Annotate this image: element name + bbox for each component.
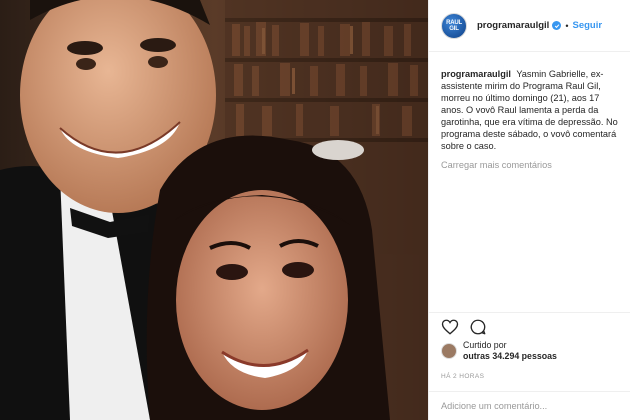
- comment-input[interactable]: [441, 401, 618, 411]
- post-caption: programaraulgil Yasmin Gabrielle, ex-ass…: [441, 68, 618, 152]
- add-comment-bar: [429, 391, 630, 420]
- header-username[interactable]: programaraulgil: [477, 20, 549, 31]
- caption-text: Yasmin Gabrielle, ex-assistente mirim do…: [441, 69, 618, 151]
- photo-image: [0, 0, 428, 420]
- heart-icon[interactable]: [441, 318, 459, 336]
- follow-button[interactable]: Seguir: [572, 20, 602, 31]
- liked-by-line: Curtido por: [463, 340, 507, 350]
- caption-username[interactable]: programaraulgil: [441, 69, 511, 79]
- post-header: RAUL GIL programaraulgil • Seguir: [429, 0, 630, 52]
- post-side-panel: RAUL GIL programaraulgil • Seguir progra…: [428, 0, 630, 420]
- post-photo[interactable]: [0, 0, 428, 420]
- comment-bubble-icon[interactable]: [469, 318, 487, 336]
- post-actions-bar: [429, 312, 630, 340]
- liker-avatar[interactable]: [441, 343, 457, 359]
- verified-badge-icon: [552, 21, 562, 30]
- likes-summary: Curtido por outras 34.294 pessoas: [441, 340, 557, 362]
- profile-avatar[interactable]: RAUL GIL: [441, 12, 467, 39]
- post-timestamp: HÁ 2 HORAS: [441, 373, 485, 380]
- load-more-comments-link[interactable]: Carregar mais comentários: [441, 160, 618, 170]
- avatar-logo-text: RAUL GIL: [446, 19, 462, 32]
- likes-count-link[interactable]: outras 34.294 pessoas: [463, 351, 557, 361]
- comments-section: programaraulgil Yasmin Gabrielle, ex-ass…: [429, 52, 630, 302]
- header-separator: •: [565, 20, 569, 31]
- likes-text: Curtido por outras 34.294 pessoas: [463, 340, 557, 362]
